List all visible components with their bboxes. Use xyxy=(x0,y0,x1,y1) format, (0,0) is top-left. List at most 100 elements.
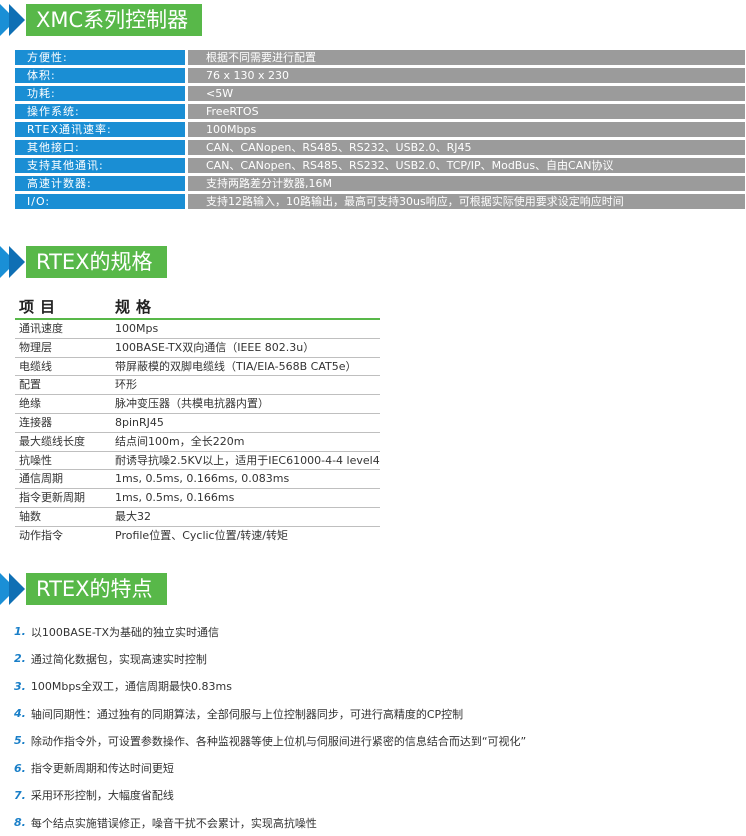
chevron-right-icon xyxy=(0,573,26,605)
list-item: 6. 指令更新周期和传达时间更短 xyxy=(14,754,734,781)
list-item: 5. 除动作指令外，可设置参数操作、各种监视器等使上位机与伺服间进行紧密的信息结合… xyxy=(14,727,734,754)
spec-value: 支持12路输入，10路输出，最高可支持30us响应，可根据实际使用要求设定响应时… xyxy=(188,194,745,209)
list-item-text: 除动作指令外，可设置参数操作、各种监视器等使上位机与伺服间进行紧密的信息结合而达… xyxy=(30,734,527,748)
table-cell-item: 抗噪性 xyxy=(19,453,52,467)
spec-key: I/O: xyxy=(15,194,185,209)
table-cell-spec: 1ms, 0.5ms, 0.166ms, 0.083ms xyxy=(115,472,290,486)
list-item-number: 3. xyxy=(14,679,26,693)
table-cell-spec: 结点间100m，全长220m xyxy=(115,434,245,448)
table-cell-item: 指令更新周期 xyxy=(19,491,85,505)
section-title: RTEX的特点 xyxy=(26,573,167,605)
table-row: 物理层 100BASE-TX双向通信（IEEE 802.3u） xyxy=(15,339,380,358)
spec-value: FreeRTOS xyxy=(188,104,745,119)
section-title: XMC系列控制器 xyxy=(26,4,203,36)
table-cell-spec: Profile位置、Cyclic位置/转速/转矩 xyxy=(115,528,289,542)
list-item-number: 1. xyxy=(14,625,26,639)
table-cell-item: 配置 xyxy=(19,378,41,392)
list-item-number: 4. xyxy=(14,707,26,721)
chevron-right-icon xyxy=(0,246,26,278)
list-item: 4. 轴间同期性：通过独有的同期算法，全部伺服与上位控制器同步，可进行高精度的CP… xyxy=(14,700,734,727)
table-body: 通讯速度 100Mps 物理层 100BASE-TX双向通信（IEEE 802.3u）… xyxy=(15,320,380,545)
spec-table: 方便性: 根据不同需要进行配置 体积: 76 x 130 x 230 功耗: <5W … xyxy=(15,50,745,212)
table-cell-item: 通信周期 xyxy=(19,472,63,486)
list-item-number: 7. xyxy=(14,788,26,802)
table-cell-spec: 环形 xyxy=(115,378,137,392)
spec-value: 根据不同需要进行配置 xyxy=(188,50,745,65)
list-item-text: 指令更新周期和传达时间更短 xyxy=(30,762,174,776)
spec-row: 其他接口: CAN、CANopen、RS485、RS232、USB2.0、RJ45 xyxy=(15,140,745,155)
table-row: 抗噪性 耐诱导抗噪2.5KV以上，适用于IEC61000-4-4 level4 xyxy=(15,452,380,471)
spec-row: 高速计数器: 支持两路差分计数器,16M xyxy=(15,176,745,191)
column-header-item: 项目 xyxy=(19,298,62,316)
spec-value: 支持两路差分计数器,16M xyxy=(188,176,745,191)
table-cell-spec: 最大32 xyxy=(115,509,151,523)
spec-key: 体积: xyxy=(15,68,185,83)
table-header: 项目 规格 xyxy=(15,296,380,320)
section-title: RTEX的规格 xyxy=(26,246,167,278)
list-item-number: 5. xyxy=(14,734,26,748)
spec-key: 方便性: xyxy=(15,50,185,65)
section-header-rtex-features: RTEX的特点 xyxy=(0,573,167,605)
spec-key: 功耗: xyxy=(15,86,185,101)
table-row: 最大缆线长度 结点间100m，全长220m xyxy=(15,433,380,452)
table-row: 配置 环形 xyxy=(15,376,380,396)
spec-value: CAN、CANopen、RS485、RS232、USB2.0、RJ45 xyxy=(188,140,745,155)
section-header-xmc: XMC系列控制器 xyxy=(0,4,203,36)
table-row: 动作指令 Profile位置、Cyclic位置/转速/转矩 xyxy=(15,527,380,545)
spec-row: RTEX通讯速率: 100Mbps xyxy=(15,122,745,137)
spec-key: 操作系统: xyxy=(15,104,185,119)
spec-row: 功耗: <5W xyxy=(15,86,745,101)
rtex-spec-table: 项目 规格 通讯速度 100Mps 物理层 100BASE-TX双向通信（IEEE 8… xyxy=(15,296,380,545)
list-item: 3. 100Mbps全双工，通信周期最快0.83ms xyxy=(14,673,734,700)
table-row: 通讯速度 100Mps xyxy=(15,320,380,339)
section-header-rtex-spec: RTEX的规格 xyxy=(0,246,167,278)
list-item-number: 6. xyxy=(14,761,26,775)
spec-value: 100Mbps xyxy=(188,122,745,137)
list-item-number: 8. xyxy=(14,816,26,830)
table-row: 通信周期 1ms, 0.5ms, 0.166ms, 0.083ms xyxy=(15,470,380,490)
list-item: 7. 采用环形控制，大幅度省配线 xyxy=(14,782,734,809)
table-cell-spec: 8pinRJ45 xyxy=(115,415,164,429)
table-row: 电缆线 带屏蔽模的双脚电缆线（TIA/EIA-568B CAT5e） xyxy=(15,358,380,377)
table-cell-item: 动作指令 xyxy=(19,528,63,542)
spec-row: I/O: 支持12路输入，10路输出，最高可支持30us响应，可根据实际使用要求设… xyxy=(15,194,745,209)
list-item: 8. 每个结点实施错误修正，噪音干扰不会累计，实现高抗噪性 xyxy=(14,809,734,836)
spec-key: 其他接口: xyxy=(15,140,185,155)
chevron-right-icon xyxy=(0,4,26,36)
table-cell-item: 绝缘 xyxy=(19,397,41,411)
spec-key: 高速计数器: xyxy=(15,176,185,191)
table-row: 连接器 8pinRJ45 xyxy=(15,414,380,433)
spec-row: 方便性: 根据不同需要进行配置 xyxy=(15,50,745,65)
table-cell-item: 连接器 xyxy=(19,415,52,429)
table-cell-item: 轴数 xyxy=(19,509,41,523)
list-item-text: 100Mbps全双工，通信周期最快0.83ms xyxy=(30,680,232,694)
list-item-text: 轴间同期性：通过独有的同期算法，全部伺服与上位控制器同步，可进行高精度的CP控制 xyxy=(30,707,464,721)
feature-list: 1. 以100BASE-TX为基础的独立实时通信 2. 通过简化数据包，实现高速实时控… xyxy=(14,618,734,836)
list-item-text: 采用环形控制，大幅度省配线 xyxy=(30,789,174,803)
table-cell-spec: 1ms, 0.5ms, 0.166ms xyxy=(115,491,235,505)
table-row: 绝缘 脉冲变压器（共模电抗器内置） xyxy=(15,395,380,414)
list-item: 2. 通过简化数据包，实现高速实时控制 xyxy=(14,645,734,672)
table-cell-item: 电缆线 xyxy=(19,359,52,373)
spec-value: CAN、CANopen、RS485、RS232、USB2.0、TCP/IP、Mo… xyxy=(188,158,745,173)
table-cell-item: 物理层 xyxy=(19,340,52,354)
spec-value: <5W xyxy=(188,86,745,101)
table-cell-spec: 耐诱导抗噪2.5KV以上，适用于IEC61000-4-4 level4 xyxy=(115,453,380,467)
table-cell-spec: 100Mps xyxy=(115,322,159,335)
table-cell-spec: 脉冲变压器（共模电抗器内置） xyxy=(115,397,269,411)
list-item-number: 2. xyxy=(14,652,26,666)
table-cell-spec: 100BASE-TX双向通信（IEEE 802.3u） xyxy=(115,340,315,354)
table-cell-item: 通讯速度 xyxy=(19,322,63,335)
list-item-text: 每个结点实施错误修正，噪音干扰不会累计，实现高抗噪性 xyxy=(30,816,317,830)
spec-row: 操作系统: FreeRTOS xyxy=(15,104,745,119)
column-header-spec: 规格 xyxy=(115,298,158,316)
table-row: 轴数 最大32 xyxy=(15,508,380,527)
list-item-text: 通过简化数据包，实现高速实时控制 xyxy=(30,652,207,666)
spec-key: RTEX通讯速率: xyxy=(15,122,185,137)
spec-value: 76 x 130 x 230 xyxy=(188,68,745,83)
spec-row: 体积: 76 x 130 x 230 xyxy=(15,68,745,83)
spec-row: 支持其他通讯: CAN、CANopen、RS485、RS232、USB2.0、TC… xyxy=(15,158,745,173)
list-item: 1. 以100BASE-TX为基础的独立实时通信 xyxy=(14,618,734,645)
spec-key: 支持其他通讯: xyxy=(15,158,185,173)
table-row: 指令更新周期 1ms, 0.5ms, 0.166ms xyxy=(15,489,380,508)
